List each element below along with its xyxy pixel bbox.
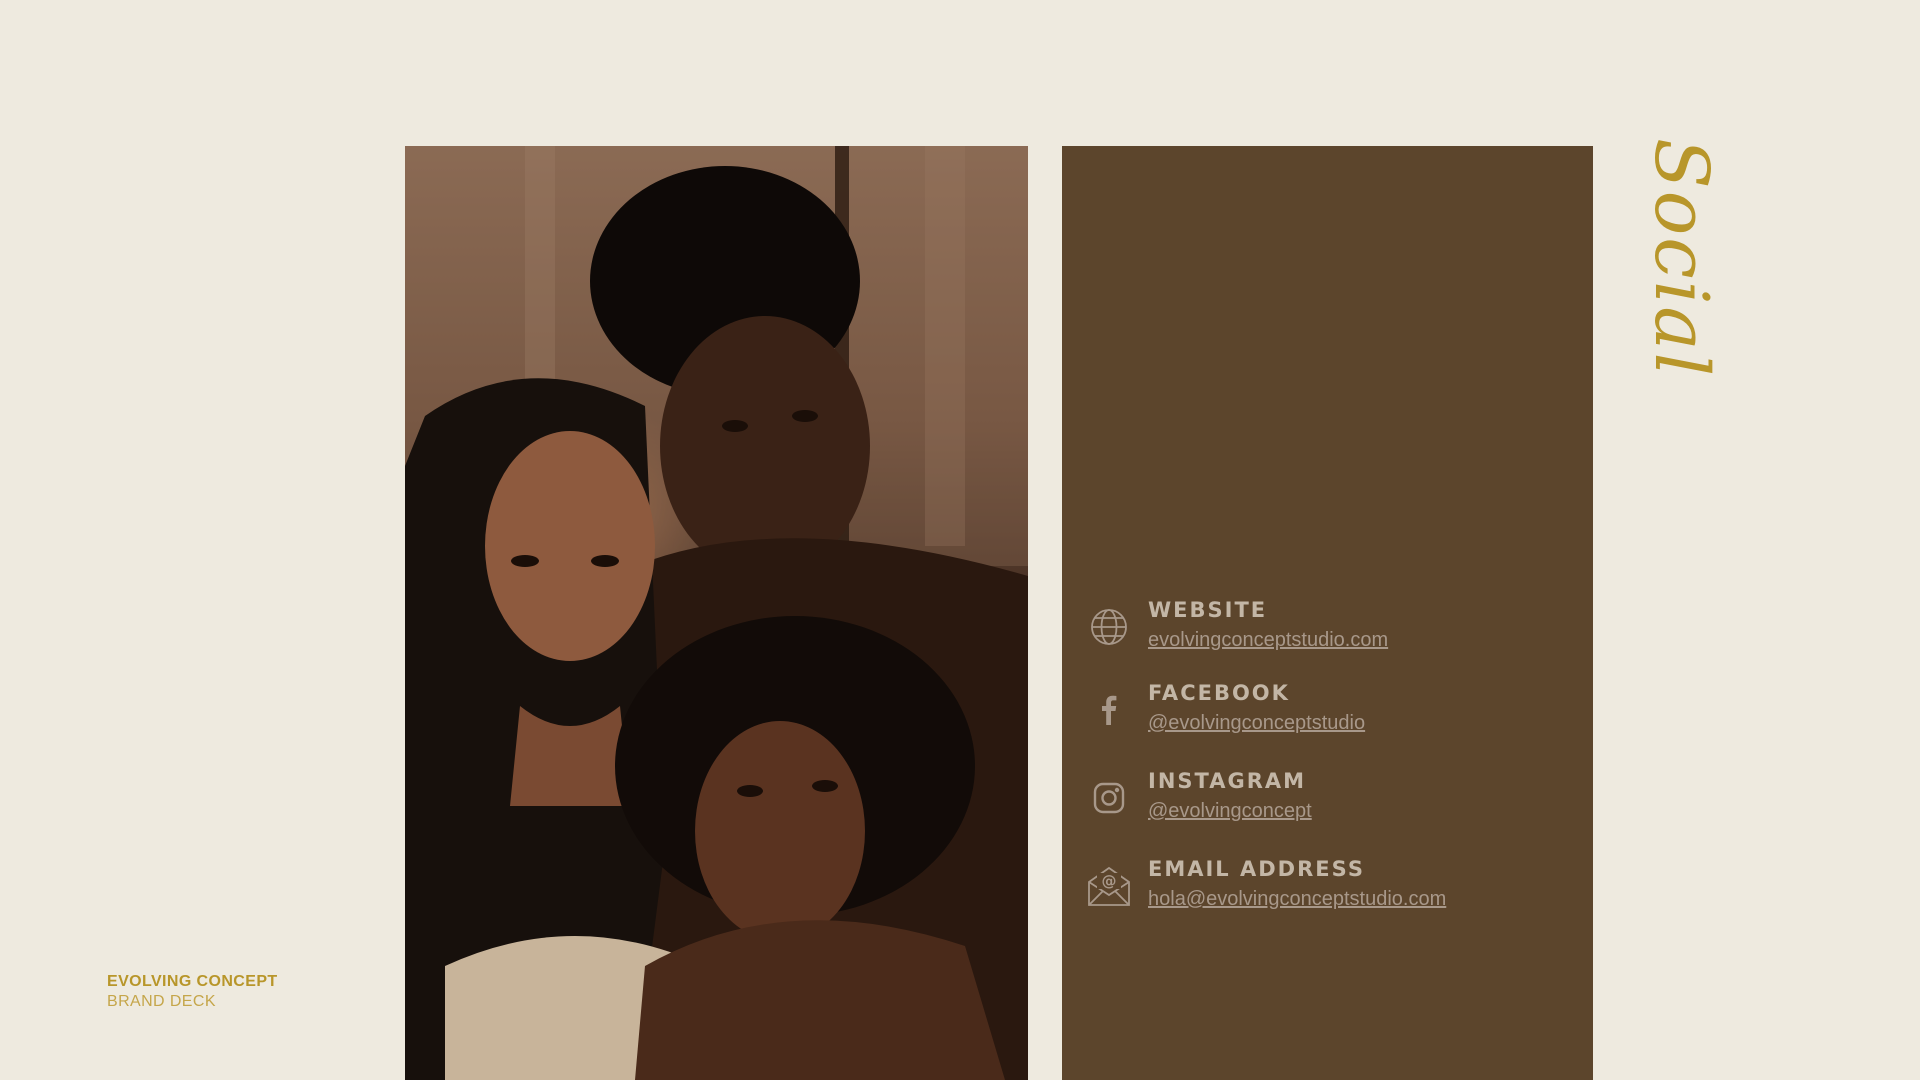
contact-email: @ EMAIL ADDRESS hola@evolvingconceptstud… (1062, 857, 1593, 917)
website-title: WEBSITE (1148, 598, 1268, 622)
contact-website: WEBSITE evolvingconceptstudio.com (1062, 598, 1593, 658)
instagram-link[interactable]: @evolvingconcept (1148, 800, 1312, 823)
website-link[interactable]: evolvingconceptstudio.com (1148, 629, 1388, 652)
globe-icon (1088, 606, 1130, 648)
social-heading-text: Social (1638, 138, 1716, 378)
brand-subtitle: BRAND DECK (107, 993, 216, 1010)
facebook-icon (1088, 689, 1130, 731)
contact-instagram: INSTAGRAM @evolvingconcept (1062, 769, 1593, 829)
instagram-title: INSTAGRAM (1148, 769, 1307, 793)
instagram-icon (1088, 777, 1130, 819)
contact-facebook: FACEBOOK @evolvingconceptstudio (1062, 681, 1593, 741)
facebook-link[interactable]: @evolvingconceptstudio (1148, 712, 1365, 735)
brand-name: EVOLVING CONCEPT (107, 973, 278, 990)
email-title: EMAIL ADDRESS (1148, 857, 1365, 881)
brand-label: EVOLVING CONCEPT BRAND DECK (107, 972, 278, 1012)
svg-text:@: @ (1102, 872, 1117, 890)
social-heading: Social (1636, 130, 1724, 460)
facebook-title: FACEBOOK (1148, 681, 1290, 705)
email-icon: @ (1086, 863, 1132, 909)
portrait-photo (405, 146, 1028, 1080)
email-link[interactable]: hola@evolvingconceptstudio.com (1148, 888, 1446, 911)
contact-panel: WEBSITE evolvingconceptstudio.com FACEBO… (1062, 146, 1593, 1080)
